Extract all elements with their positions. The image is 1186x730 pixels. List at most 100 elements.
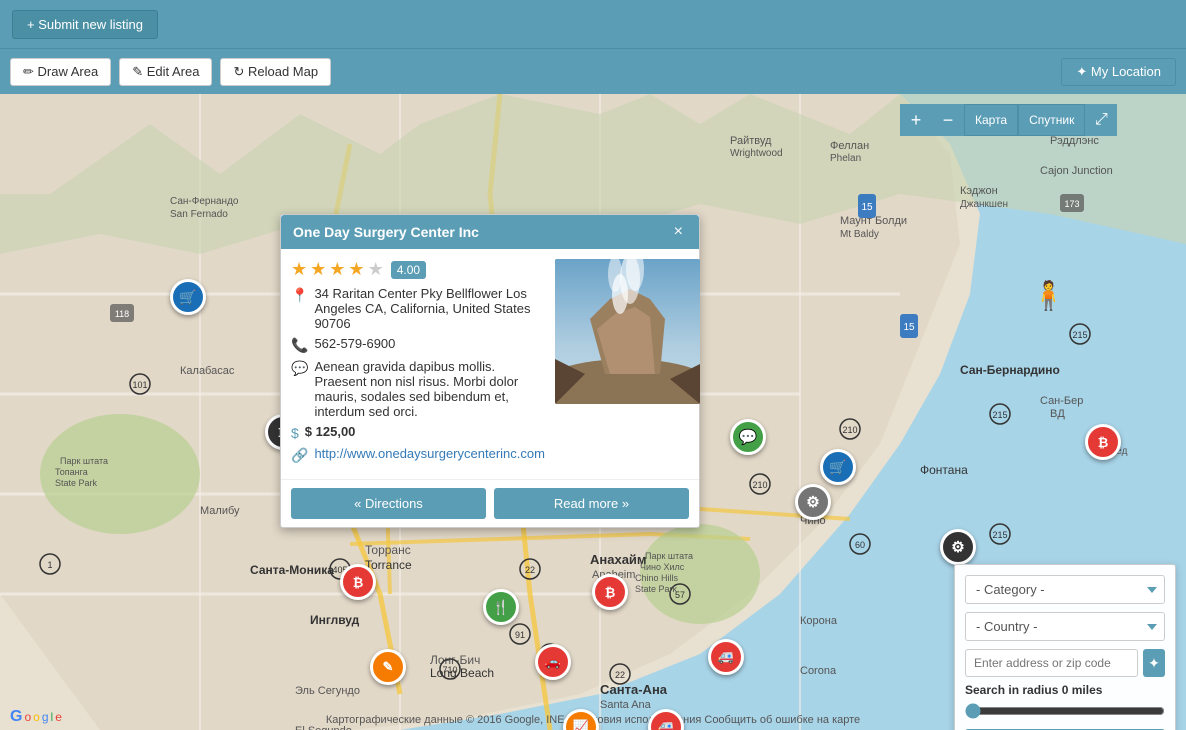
- svg-text:San Fernado: San Fernado: [170, 209, 228, 220]
- popup-address-row: 📍 34 Raritan Center Pky Bellflower Los A…: [291, 286, 545, 331]
- svg-text:Сан-Бер: Сан-Бер: [1040, 395, 1083, 407]
- svg-text:Сан-Фернандо: Сан-Фернандо: [170, 196, 239, 207]
- svg-text:Малибу: Малибу: [200, 505, 240, 517]
- svg-text:Эль Сегундо: Эль Сегундо: [295, 685, 360, 697]
- svg-text:15: 15: [861, 202, 873, 213]
- star-5: ★: [368, 259, 384, 280]
- svg-text:Парк штата: Парк штата: [645, 551, 693, 561]
- listing-popup: One Day Surgery Center Inc × ★ ★ ★ ★ ★ 4…: [280, 214, 700, 528]
- svg-text:Chino Hills: Chino Hills: [635, 573, 679, 583]
- svg-text:22: 22: [615, 670, 625, 680]
- svg-text:173: 173: [1064, 199, 1079, 209]
- svg-text:Райтвуд: Райтвуд: [730, 135, 772, 147]
- address-input[interactable]: [965, 649, 1138, 677]
- svg-text:State Park: State Park: [55, 478, 98, 488]
- map-marker-3[interactable]: ✎: [370, 649, 406, 685]
- star-2: ★: [310, 259, 326, 280]
- popup-header: One Day Surgery Center Inc ×: [281, 215, 699, 249]
- top-bar: + Submit new listing: [0, 0, 1186, 48]
- phone-icon: 📞: [291, 337, 308, 354]
- svg-text:710: 710: [442, 665, 457, 675]
- map-marker-15[interactable]: 🚑: [648, 709, 684, 730]
- locate-button[interactable]: ✦: [1143, 649, 1165, 677]
- zoom-out-button[interactable]: −: [932, 104, 964, 136]
- dollar-icon: $: [291, 425, 299, 441]
- popup-price: $ 125,00: [305, 424, 356, 439]
- country-select[interactable]: - Country - United States Canada United …: [965, 612, 1165, 641]
- map-marker-4[interactable]: ₿: [340, 564, 376, 600]
- svg-text:215: 215: [992, 530, 1007, 540]
- address-row: ✦: [965, 649, 1165, 677]
- svg-text:Парк штата: Парк штата: [60, 456, 108, 466]
- expand-map-button[interactable]: ⤢: [1085, 104, 1117, 136]
- zoom-in-button[interactable]: +: [900, 104, 932, 136]
- category-select[interactable]: - Category - Medical Food Auto Finance: [965, 575, 1165, 604]
- reload-map-button[interactable]: ↻ Reload Map: [220, 58, 331, 86]
- side-filter-panel: - Category - Medical Food Auto Finance -…: [954, 564, 1176, 730]
- rating-value: 4.00: [391, 261, 426, 279]
- map-marker-7[interactable]: ⚙: [795, 484, 831, 520]
- svg-text:Сан-Бернардино: Сан-Бернардино: [960, 363, 1060, 377]
- popup-price-row: $ $ 125,00: [291, 424, 545, 441]
- map-marker-1[interactable]: 🛒: [170, 279, 206, 315]
- map-controls: + − Карта Спутник ⤢: [900, 104, 1117, 140]
- my-location-button[interactable]: ✦ My Location: [1061, 58, 1176, 86]
- popup-website-link[interactable]: http://www.onedaysurgerycenterinc.com: [314, 446, 545, 461]
- svg-text:Феллан: Феллан: [830, 140, 869, 152]
- location-icon: 📍: [291, 287, 308, 304]
- draw-area-button[interactable]: ✏ Draw Area: [10, 58, 111, 86]
- map-marker-10[interactable]: 🍴: [483, 589, 519, 625]
- svg-text:22: 22: [525, 565, 535, 575]
- popup-image: [555, 259, 700, 404]
- star-1: ★: [291, 259, 307, 280]
- popup-info: ★ ★ ★ ★ ★ 4.00 📍 34 Raritan Center Pky B…: [291, 259, 545, 469]
- satellite-layer-button[interactable]: Спутник: [1018, 104, 1085, 136]
- svg-text:Анахайм: Анахайм: [590, 552, 647, 567]
- svg-text:210: 210: [752, 480, 767, 490]
- svg-text:Mt Baldy: Mt Baldy: [840, 229, 879, 240]
- radius-label: Search in radius 0 miles: [965, 683, 1165, 697]
- directions-button[interactable]: « Directions: [291, 488, 486, 519]
- map-marker-8[interactable]: ₿: [1085, 424, 1121, 460]
- map-marker-11[interactable]: ₿: [592, 574, 628, 610]
- radius-value: 0: [1062, 683, 1069, 697]
- svg-text:Инглвуд: Инглвуд: [310, 613, 360, 627]
- popup-address: 34 Raritan Center Pky Bellflower Los Ang…: [314, 286, 545, 331]
- svg-text:60: 60: [855, 540, 865, 550]
- radius-slider[interactable]: [965, 703, 1165, 719]
- svg-text:Phelan: Phelan: [830, 153, 861, 164]
- street-view-pegman[interactable]: 🧍: [1031, 279, 1066, 312]
- svg-text:101: 101: [132, 380, 147, 390]
- link-icon: 🔗: [291, 447, 308, 464]
- map-marker-13[interactable]: 🚑: [708, 639, 744, 675]
- star-4: ★: [348, 259, 364, 280]
- popup-phone: 562-579-6900: [314, 336, 395, 351]
- svg-text:Corona: Corona: [800, 665, 837, 677]
- map-marker-9[interactable]: ⚙: [940, 529, 976, 565]
- main-area: Калабасас Малибу Санта-Моника Инглвуд Эл…: [0, 94, 1186, 730]
- svg-text:91: 91: [515, 630, 525, 640]
- svg-text:Фонтана: Фонтана: [920, 463, 968, 477]
- map-marker-6[interactable]: 🛒: [820, 449, 856, 485]
- submit-listing-button[interactable]: + Submit new listing: [12, 10, 158, 39]
- country-select-wrapper: - Country - United States Canada United …: [965, 612, 1165, 641]
- svg-text:15: 15: [903, 322, 915, 333]
- popup-description-row: 💬 Aenean gravida dapibus mollis. Praesen…: [291, 359, 545, 419]
- map-marker-5[interactable]: 💬: [730, 419, 766, 455]
- map-toolbar: ✏ Draw Area ✎ Edit Area ↻ Reload Map ✦ M…: [0, 48, 1186, 94]
- comment-icon: 💬: [291, 360, 308, 377]
- svg-text:Wrightwood: Wrightwood: [730, 148, 783, 159]
- map-marker-14[interactable]: 📈: [563, 709, 599, 730]
- map-background[interactable]: Калабасас Малибу Санта-Моника Инглвуд Эл…: [0, 94, 1186, 730]
- svg-text:Cajon Junction: Cajon Junction: [1040, 165, 1113, 177]
- svg-text:State Park: State Park: [635, 584, 678, 594]
- svg-text:Кэджон: Кэджон: [960, 185, 998, 197]
- map-layer-button[interactable]: Карта: [964, 104, 1018, 136]
- svg-text:Чино Хилс: Чино Хилс: [640, 562, 685, 572]
- svg-text:BД: BД: [1050, 408, 1065, 420]
- svg-text:Торранс: Торранс: [365, 543, 411, 557]
- map-marker-12[interactable]: 🚗: [535, 644, 571, 680]
- edit-area-button[interactable]: ✎ Edit Area: [119, 58, 212, 86]
- read-more-button[interactable]: Read more »: [494, 488, 689, 519]
- popup-close-button[interactable]: ×: [670, 223, 687, 241]
